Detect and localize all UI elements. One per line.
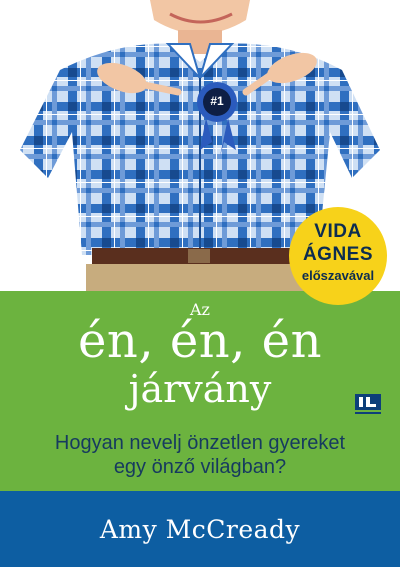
subtitle-line-1: Hogyan nevelj önzetlen gyereket bbox=[54, 432, 346, 454]
title-line-1: én, én, én bbox=[78, 313, 322, 369]
badge-line-2: ÁGNES bbox=[302, 244, 374, 265]
title-line-2: járvány bbox=[128, 367, 272, 411]
rosette-label: #1 bbox=[210, 94, 224, 108]
badge-line-1: VIDA bbox=[314, 221, 362, 242]
foreword-badge: VIDA ÁGNES előszavával bbox=[289, 207, 387, 305]
badge-line-3: előszavával bbox=[301, 268, 375, 283]
subtitle-line-2: egy önző világban? bbox=[113, 456, 287, 478]
author-name: Amy McCready bbox=[99, 515, 301, 544]
book-cover: #1 Az én, én, én járvány Hogyan nevelj ö… bbox=[0, 0, 400, 567]
publisher-logo-icon bbox=[355, 394, 381, 414]
subtitle: Hogyan nevelj önzetlen gyereket egy önző… bbox=[20, 431, 380, 479]
